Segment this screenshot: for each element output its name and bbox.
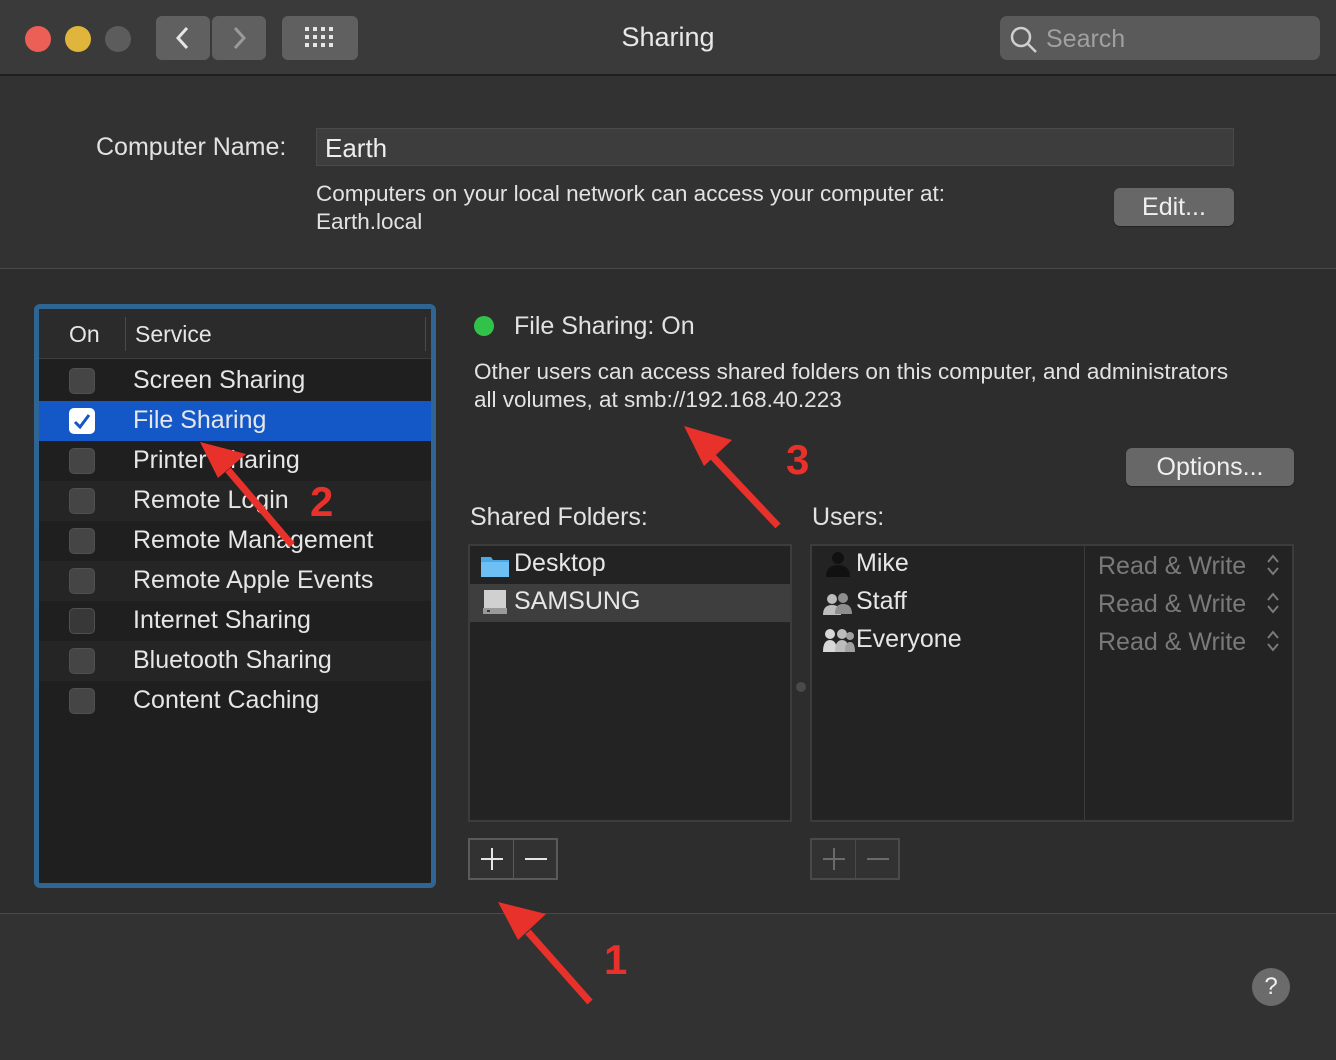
arrow-3-shaft [709, 453, 781, 529]
annotation-number-3: 3 [786, 436, 810, 483]
annotation-arrows [200, 426, 781, 1005]
arrow-1-shaft [525, 929, 593, 1005]
arrow-1-head [498, 902, 546, 940]
arrow-2-shaft [225, 467, 295, 548]
arrow-3-head [684, 426, 732, 466]
arrow-2-head [200, 442, 246, 478]
annotation-number-2: 2 [310, 478, 334, 525]
annotation-number-1: 1 [604, 936, 628, 983]
